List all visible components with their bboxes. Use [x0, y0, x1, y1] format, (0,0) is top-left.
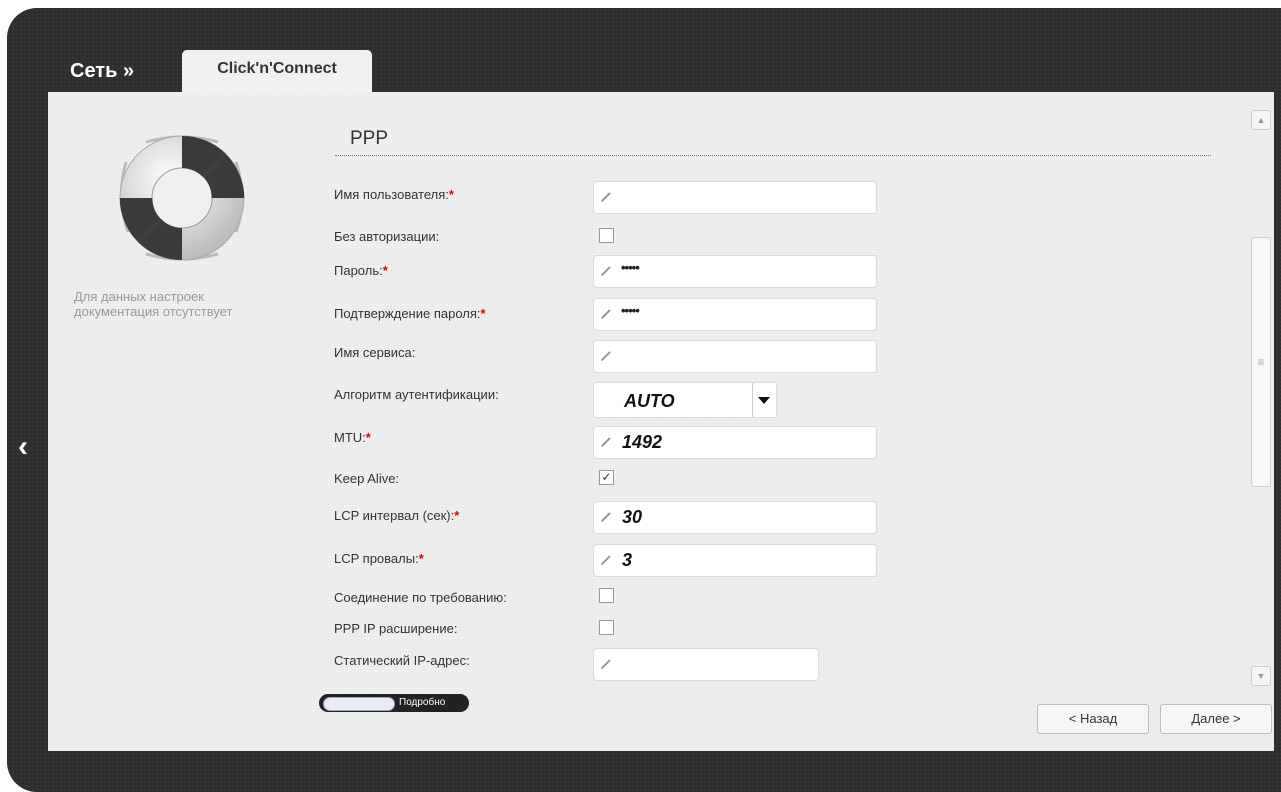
- back-button[interactable]: < Назад: [1037, 704, 1149, 734]
- lcp-fails-input[interactable]: 3: [593, 544, 877, 577]
- password-value: •••••: [621, 260, 640, 275]
- pencil-icon: [601, 309, 611, 319]
- mtu-label: MTU:*: [334, 430, 371, 445]
- password-confirm-label: Подтверждение пароля:*: [334, 306, 486, 321]
- pencil-icon: [601, 192, 611, 202]
- pencil-icon: [601, 351, 611, 361]
- password-confirm-value: •••••: [621, 303, 640, 318]
- lcp-interval-input[interactable]: 30: [593, 501, 877, 534]
- mtu-label-text: MTU:: [334, 430, 366, 445]
- required-mark: *: [454, 508, 460, 523]
- help-text-line1: Для данных настроек: [74, 289, 204, 304]
- chevron-left-icon[interactable]: ‹: [18, 432, 28, 462]
- required-mark: *: [365, 430, 371, 445]
- lcp-interval-label-text: LCP интервал (сек):: [334, 508, 455, 523]
- lcp-interval-value: 30: [622, 507, 643, 527]
- scrollbar[interactable]: ▲ ≡ ▼: [1251, 110, 1271, 686]
- password-confirm-input[interactable]: •••••: [593, 298, 877, 331]
- mtu-value: 1492: [622, 432, 663, 452]
- required-mark: *: [382, 263, 388, 278]
- section-divider: [335, 155, 1211, 156]
- next-button[interactable]: Далее >: [1160, 704, 1272, 734]
- pencil-icon: [601, 266, 611, 276]
- toggle-knob[interactable]: [323, 697, 395, 711]
- service-name-label: Имя сервиса:: [334, 345, 416, 360]
- required-mark: *: [418, 551, 424, 566]
- ppp-ip-ext-label: PPP IP расширение:: [334, 621, 458, 636]
- help-text: Для данных настроек документация отсутст…: [74, 289, 274, 319]
- no-auth-checkbox[interactable]: [599, 228, 614, 243]
- pencil-icon: [601, 512, 611, 522]
- pencil-icon: [601, 659, 611, 669]
- username-label: Имя пользователя:*: [334, 187, 454, 202]
- password-label: Пароль:*: [334, 263, 388, 278]
- username-input[interactable]: [593, 181, 877, 214]
- lifebuoy-icon: [119, 135, 245, 261]
- ppp-ip-ext-checkbox[interactable]: [599, 620, 614, 635]
- pencil-icon: [601, 555, 611, 565]
- on-demand-checkbox[interactable]: [599, 588, 614, 603]
- mtu-input[interactable]: 1492: [593, 426, 877, 459]
- scroll-up-icon[interactable]: ▲: [1251, 110, 1271, 130]
- static-ip-input[interactable]: [593, 648, 819, 681]
- pencil-icon: [601, 437, 611, 447]
- password-input[interactable]: •••••: [593, 255, 877, 288]
- required-mark: *: [448, 187, 454, 202]
- section-title: PPP: [350, 128, 389, 149]
- required-mark: *: [480, 306, 486, 321]
- no-auth-label: Без авторизации:: [334, 229, 440, 244]
- auth-algo-label: Алгоритм аутентификации:: [334, 387, 499, 402]
- breadcrumb[interactable]: Сеть »: [70, 60, 134, 83]
- lcp-fails-label: LCP провалы:*: [334, 551, 424, 566]
- tab-click-n-connect[interactable]: Click'n'Connect: [182, 50, 372, 94]
- service-name-input[interactable]: [593, 340, 877, 373]
- password-confirm-label-text: Подтверждение пароля:: [334, 306, 481, 321]
- on-demand-label: Соединение по требованию:: [334, 590, 507, 605]
- static-ip-label: Статический IP-адрес:: [334, 653, 470, 668]
- keep-alive-checkbox[interactable]: ✓: [599, 470, 614, 485]
- keep-alive-label: Keep Alive:: [334, 471, 400, 486]
- auth-algo-value: AUTO: [624, 391, 675, 411]
- scroll-down-icon[interactable]: ▼: [1251, 666, 1271, 686]
- lcp-interval-label: LCP интервал (сек):*: [334, 508, 459, 523]
- lcp-fails-label-text: LCP провалы:: [334, 551, 419, 566]
- username-label-text: Имя пользователя:: [334, 187, 449, 202]
- auth-algo-select[interactable]: AUTO: [593, 382, 777, 418]
- password-label-text: Пароль:: [334, 263, 383, 278]
- scroll-thumb[interactable]: ≡: [1251, 237, 1271, 487]
- chevron-down-icon[interactable]: [752, 383, 776, 417]
- help-text-line2: документация отсутствует: [74, 304, 233, 319]
- details-toggle[interactable]: Подробно: [319, 694, 469, 712]
- details-toggle-label: Подробно: [399, 697, 446, 708]
- lcp-fails-value: 3: [622, 550, 633, 570]
